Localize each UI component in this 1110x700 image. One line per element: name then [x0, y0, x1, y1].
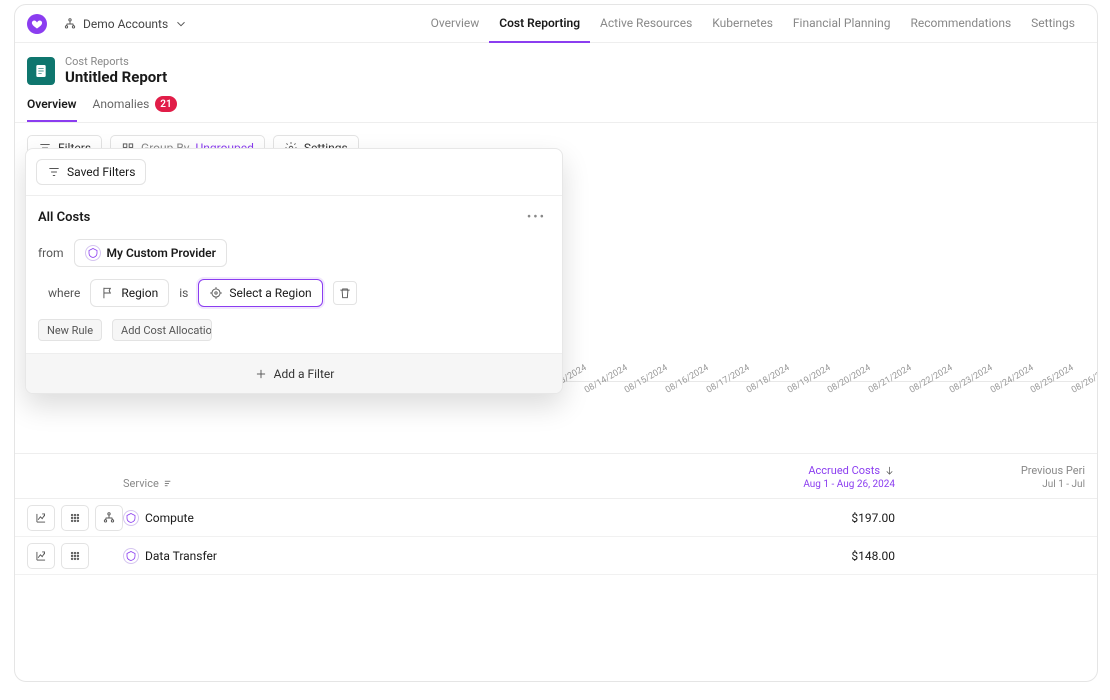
row-action-button[interactable] [27, 543, 55, 569]
trash-icon [338, 286, 352, 300]
from-label: from [38, 246, 64, 260]
filter-set-title: All Costs [38, 210, 90, 225]
workspace-switcher[interactable]: Demo Accounts [57, 13, 194, 35]
subtab-label: Anomalies [93, 97, 150, 111]
filter-value-chip[interactable]: Select a Region [198, 279, 322, 307]
arrow-down-icon [884, 465, 895, 476]
service-name: Data Transfer [145, 549, 217, 563]
col-prev-header[interactable]: Previous Peri Jul 1 - Jul [975, 464, 1085, 490]
subtab[interactable]: Anomalies 21 [93, 96, 177, 122]
heart-icon [31, 18, 43, 30]
chart-x-tick: 08/25/2024 [1029, 363, 1075, 396]
report-type-icon [27, 57, 55, 85]
service-cell: Data Transfer [123, 548, 217, 564]
subtab[interactable]: Overview [27, 96, 77, 122]
services-table: Service Accrued Costs Aug 1 - Aug 26, 20… [15, 453, 1097, 681]
row-action-button[interactable] [61, 505, 89, 531]
table-row[interactable]: Data Transfer $148.00 [15, 537, 1097, 575]
col-accrued-header[interactable]: Accrued Costs Aug 1 - Aug 26, 2024 [803, 464, 895, 490]
provider-chip[interactable]: My Custom Provider [74, 239, 227, 267]
target-icon [209, 286, 223, 300]
chart-x-tick: 08/17/2024 [705, 363, 751, 396]
chart-x-tick: 08/15/2024 [623, 363, 669, 396]
add-cost-allocation-button[interactable]: Add Cost Allocation [112, 319, 212, 341]
chart-x-tick: 08/14/2024 [583, 363, 629, 396]
plus-icon [254, 367, 268, 381]
filter-value-label: Select a Region [229, 286, 311, 300]
chart-x-tick: 08/23/2024 [948, 363, 994, 396]
top-bar: Demo Accounts OverviewCost ReportingActi… [15, 5, 1097, 43]
filter-icon [47, 165, 61, 179]
new-rule-button[interactable]: New Rule [38, 319, 102, 341]
topnav-item[interactable]: Kubernetes [702, 5, 783, 43]
chart-x-tick: 08/19/2024 [786, 363, 832, 396]
more-actions-button[interactable]: ••• [523, 208, 550, 227]
table-row[interactable]: Compute $197.00 [15, 499, 1097, 537]
anomalies-badge: 21 [155, 96, 176, 112]
accrued-cost-cell: $197.00 [775, 511, 895, 525]
report-header: Cost Reports Untitled Report [15, 43, 1097, 86]
topnav-item[interactable]: Overview [421, 5, 490, 43]
chevron-down-icon [174, 17, 188, 31]
sort-icon [163, 478, 174, 489]
breadcrumb[interactable]: Cost Reports [65, 55, 167, 68]
chart-x-tick: 08/22/2024 [908, 363, 954, 396]
add-filter-button[interactable]: Add a Filter [26, 353, 562, 393]
table-header: Service Accrued Costs Aug 1 - Aug 26, 20… [15, 454, 1097, 499]
chart-x-tick: 08/20/2024 [826, 363, 872, 396]
grid-icon [68, 511, 82, 525]
filter-field-chip[interactable]: Region [90, 279, 169, 307]
chart-x-tick: 08/18/2024 [745, 363, 791, 396]
row-action-button[interactable] [27, 505, 55, 531]
row-action-button[interactable] [61, 543, 89, 569]
topnav-item[interactable]: Cost Reporting [489, 5, 590, 43]
row-action-button[interactable] [95, 505, 123, 531]
col-prev-label: Previous Peri [975, 464, 1085, 477]
flag-icon [101, 286, 115, 300]
app-logo [27, 14, 47, 34]
col-service-label: Service [123, 477, 159, 490]
topnav-item[interactable]: Settings [1021, 5, 1085, 43]
col-accrued-label: Accrued Costs [808, 464, 880, 477]
filter-field-label: Region [121, 286, 158, 300]
saved-filters-button[interactable]: Saved Filters [36, 159, 146, 185]
provider-icon [123, 548, 139, 564]
topnav-item[interactable]: Financial Planning [783, 5, 901, 43]
topnav-item[interactable]: Active Resources [590, 5, 702, 43]
topnav-item[interactable]: Recommendations [900, 5, 1021, 43]
top-nav: OverviewCost ReportingActive ResourcesKu… [421, 5, 1085, 43]
col-accrued-range: Aug 1 - Aug 26, 2024 [803, 479, 895, 490]
org-tree-icon [63, 17, 77, 31]
accrued-cost-cell: $148.00 [775, 549, 895, 563]
report-title[interactable]: Untitled Report [65, 68, 167, 86]
filter-panel: Saved Filters All Costs ••• from My Cust… [25, 148, 563, 394]
workspace-label: Demo Accounts [83, 17, 168, 31]
grid-icon [68, 549, 82, 563]
report-subtabs: Overview Anomalies 21 [15, 86, 1097, 123]
delete-rule-button[interactable] [333, 281, 357, 305]
open-chart-icon [34, 549, 48, 563]
chart-x-tick: 08/16/2024 [664, 363, 710, 396]
operator-label: is [179, 286, 188, 300]
col-service-header[interactable]: Service [123, 477, 174, 490]
open-chart-icon [34, 511, 48, 525]
provider-name: My Custom Provider [107, 246, 216, 260]
service-name: Compute [145, 511, 194, 525]
document-icon [33, 63, 49, 79]
where-label: where [48, 286, 80, 300]
service-cell: Compute [123, 510, 194, 526]
provider-icon [123, 510, 139, 526]
chart-x-tick: 08/21/2024 [867, 363, 913, 396]
saved-filters-label: Saved Filters [67, 165, 135, 179]
provider-icon [85, 245, 101, 261]
col-prev-range: Jul 1 - Jul [975, 479, 1085, 490]
add-filter-label: Add a Filter [274, 367, 335, 381]
subtab-label: Overview [27, 97, 77, 111]
chart-x-tick: 08/24/2024 [989, 363, 1035, 396]
hierarchy-icon [102, 511, 116, 525]
